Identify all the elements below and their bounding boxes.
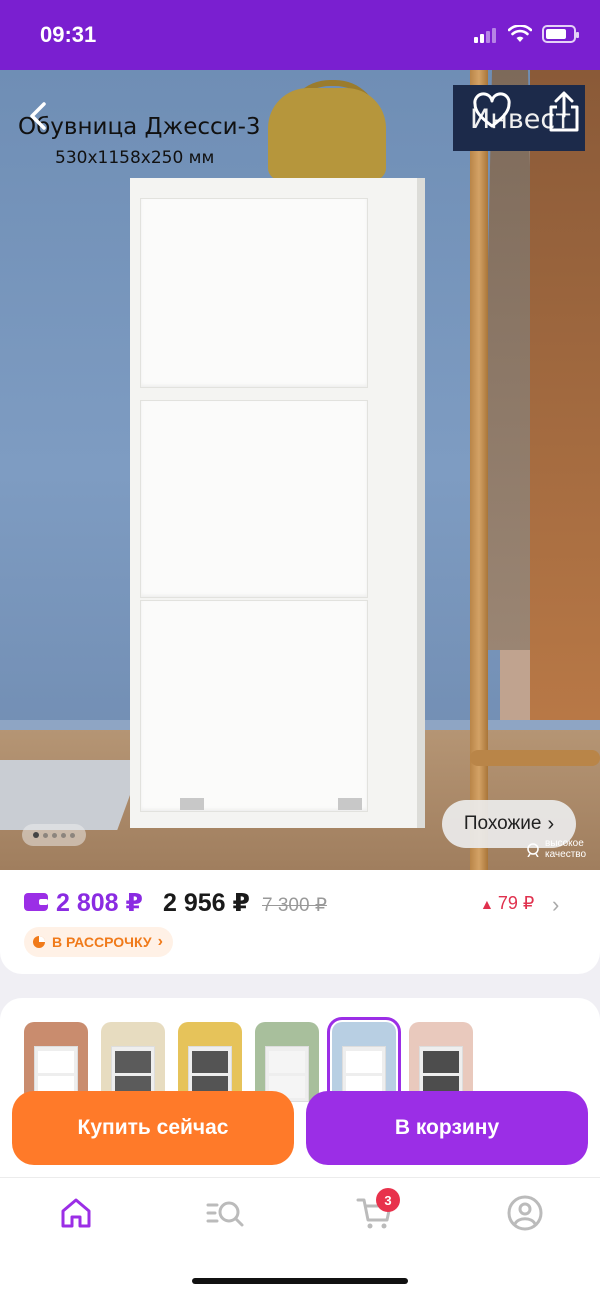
back-button[interactable] xyxy=(20,98,56,134)
bag-image xyxy=(268,88,386,180)
variant-thumbnail[interactable] xyxy=(178,1022,242,1102)
pie-chart-icon xyxy=(33,936,45,948)
triangle-up-icon: ▲ xyxy=(480,895,494,912)
add-to-cart-button[interactable]: В корзину xyxy=(306,1091,588,1165)
gallery-dot xyxy=(33,832,39,838)
similar-label: Похожие xyxy=(463,813,542,834)
installment-label: В РАССРОЧКУ xyxy=(52,934,152,950)
status-icons xyxy=(474,25,579,43)
chevron-right-icon: › xyxy=(547,812,555,835)
quality-text: качество xyxy=(545,849,587,860)
signal-icon xyxy=(474,27,498,43)
catalog-search-icon[interactable] xyxy=(205,1193,245,1233)
battery-level xyxy=(546,29,566,39)
home-indicator xyxy=(192,1278,408,1284)
cart-count-badge: 3 xyxy=(376,1188,400,1212)
variant-thumbnail[interactable] xyxy=(255,1022,319,1102)
gallery-dot xyxy=(43,832,48,838)
status-time: 09:31 xyxy=(40,22,97,47)
product-gallery[interactable]: Обувница Джесси-3 530х1158х250 мм Инвест… xyxy=(0,70,600,870)
installment-button[interactable]: В РАССРОЧКУ › xyxy=(24,927,173,957)
old-price: 7 300 ₽ xyxy=(262,895,327,916)
gallery-pagination xyxy=(22,824,86,846)
product-price: 2 956 ₽ xyxy=(163,889,250,917)
variant-thumbnail[interactable] xyxy=(327,1017,401,1107)
gallery-dot xyxy=(70,832,75,838)
wallet-price: 2 808 ₽ xyxy=(56,889,143,917)
home-icon[interactable] xyxy=(56,1193,96,1233)
chevron-right-icon: › xyxy=(157,933,163,950)
variant-thumbnail[interactable] xyxy=(101,1022,165,1102)
gallery-dot xyxy=(61,832,66,838)
image-dimensions: 530х1158х250 мм xyxy=(55,148,215,168)
buy-now-button[interactable]: Купить сейчас xyxy=(12,1091,294,1165)
quality-badge: высокое качество xyxy=(525,838,586,860)
variant-thumbnail[interactable] xyxy=(24,1022,88,1102)
quality-icon xyxy=(527,843,539,857)
share-button[interactable] xyxy=(544,90,584,134)
chevron-right-icon[interactable]: › xyxy=(552,892,559,918)
wifi-icon xyxy=(508,25,532,42)
variant-thumbnail[interactable] xyxy=(409,1022,473,1102)
cabinet-drawer xyxy=(140,600,368,812)
price-change[interactable]: ▲ 79 ₽ xyxy=(480,893,534,914)
gallery-dot xyxy=(52,832,57,838)
price-card xyxy=(0,870,600,974)
profile-icon[interactable] xyxy=(505,1193,545,1233)
wallet-icon xyxy=(24,893,48,911)
price-change-value: 79 ₽ xyxy=(497,893,535,913)
cabinet-drawer xyxy=(140,400,368,598)
cabinet-drawer xyxy=(140,198,368,388)
battery-icon xyxy=(542,25,579,43)
favorite-button[interactable] xyxy=(472,92,512,132)
quality-text: высокое xyxy=(545,838,584,849)
status-bar: 09:31 xyxy=(0,0,600,70)
